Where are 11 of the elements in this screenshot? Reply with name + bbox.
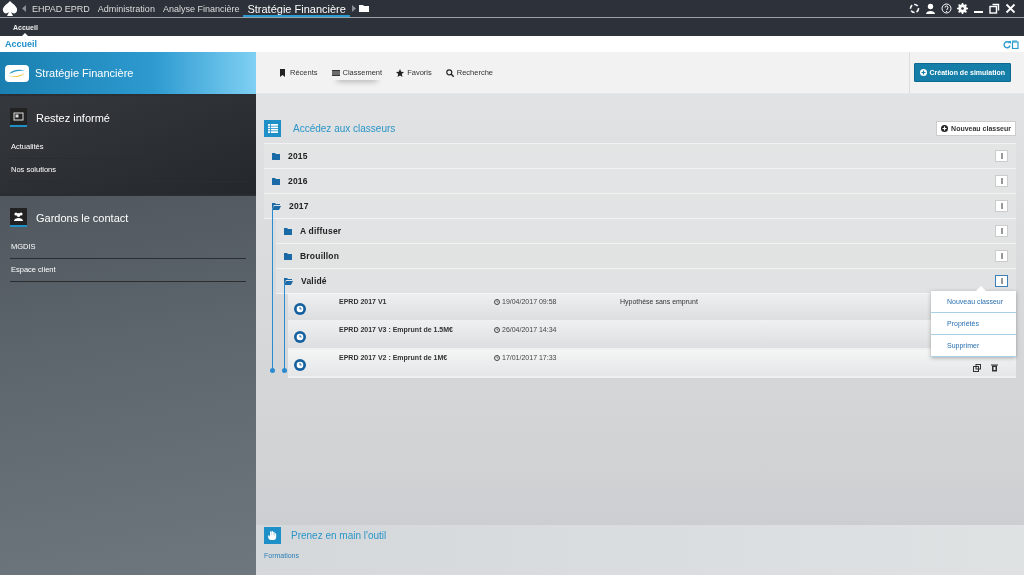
folder-name: A diffuser <box>300 226 343 236</box>
panel-title: Prenez en main l'outil <box>291 530 388 541</box>
folder-name: 2017 <box>289 201 310 211</box>
folder-name: 2016 <box>288 176 309 186</box>
folder-name: 2015 <box>288 151 309 161</box>
sidebar-title: Stratégie Financière <box>35 67 134 79</box>
section-title: Restez informé <box>36 111 110 124</box>
folder-name: Validé <box>301 276 328 286</box>
folder-name: Brouillon <box>300 251 341 261</box>
section-title: Gardons le contact <box>36 211 129 224</box>
panel-title: Accédez aux classeurs <box>293 123 397 134</box>
